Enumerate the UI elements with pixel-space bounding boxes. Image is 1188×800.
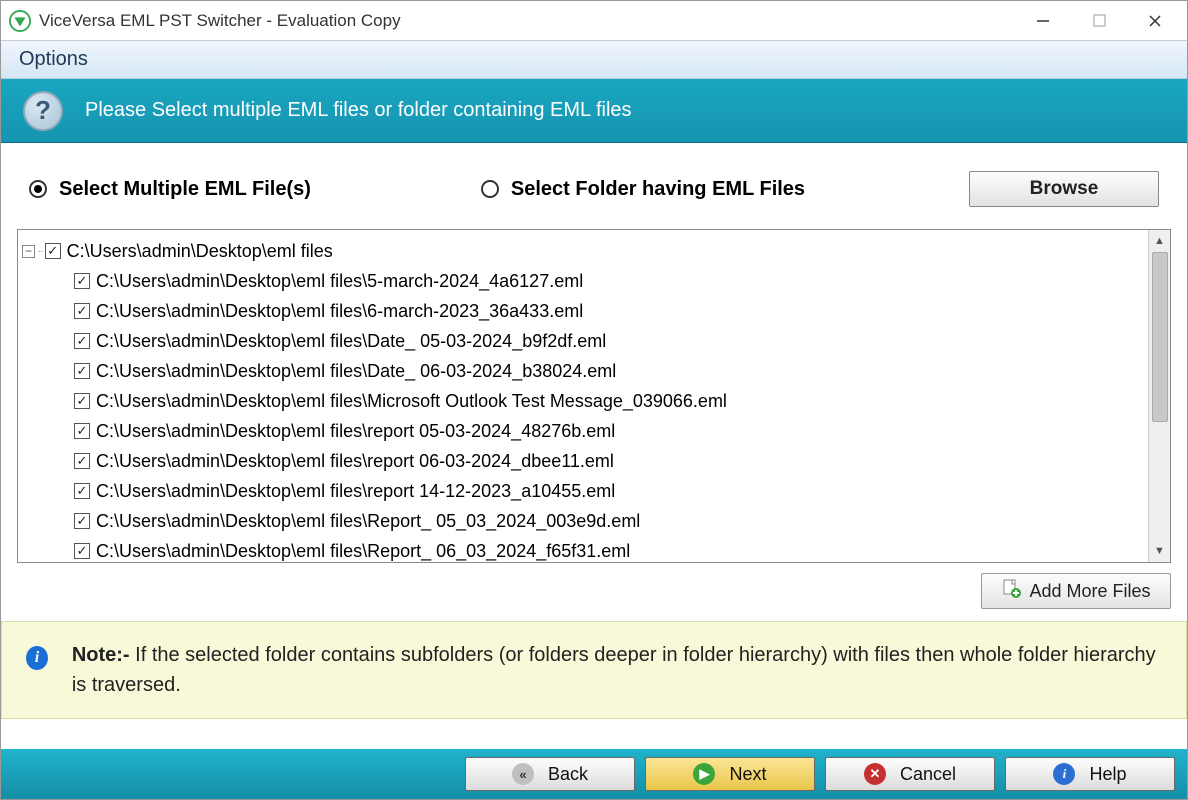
window-title: ViceVersa EML PST Switcher - Evaluation … [39,11,401,31]
cancel-button[interactable]: ✕ Cancel [825,757,995,791]
tree-item[interactable]: ✓ C:\Users\admin\Desktop\eml files\6-marc… [22,296,1144,326]
tree-item-label: C:\Users\admin\Desktop\eml files\6-march… [96,301,583,322]
instruction-text: Please Select multiple EML files or fold… [85,99,632,122]
instruction-bar: ? Please Select multiple EML files or fo… [1,79,1187,143]
radio-select-folder[interactable]: Select Folder having EML Files [481,178,805,201]
radio-select-multiple[interactable]: Select Multiple EML File(s) [29,178,311,201]
tree-item[interactable]: ✓ C:\Users\admin\Desktop\eml files\report… [22,476,1144,506]
tree-item[interactable]: ✓ C:\Users\admin\Desktop\eml files\Report… [22,506,1144,536]
tree-item[interactable]: ✓ C:\Users\admin\Desktop\eml files\report… [22,446,1144,476]
tree-item-label: C:\Users\admin\Desktop\eml files\report … [96,421,615,442]
next-icon: ▶ [693,763,715,785]
tree-item-label: C:\Users\admin\Desktop\eml files\report … [96,481,615,502]
tree-root[interactable]: − ·· ✓ C:\Users\admin\Desktop\eml files [22,236,1144,266]
tree-item[interactable]: ✓ C:\Users\admin\Desktop\eml files\5-marc… [22,266,1144,296]
tree-item-label: C:\Users\admin\Desktop\eml files\report … [96,451,614,472]
tree-item[interactable]: ✓ C:\Users\admin\Desktop\eml files\report… [22,416,1144,446]
scroll-thumb[interactable] [1152,252,1168,422]
bottom-bar: « Back ▶ Next ✕ Cancel i Help [1,749,1187,799]
back-button[interactable]: « Back [465,757,635,791]
add-file-icon [1001,579,1021,604]
selection-row: Select Multiple EML File(s) Select Folde… [1,143,1187,229]
collapse-icon[interactable]: − [22,245,35,258]
next-label: Next [729,764,766,785]
radio-label: Select Folder having EML Files [511,178,805,201]
scrollbar[interactable]: ▲ ▼ [1148,230,1170,562]
browse-label: Browse [1030,178,1099,200]
help-label: Help [1089,764,1126,785]
next-button[interactable]: ▶ Next [645,757,815,791]
checkbox-icon[interactable]: ✓ [74,423,90,439]
add-more-row: Add More Files [1,563,1187,621]
checkbox-icon[interactable]: ✓ [74,303,90,319]
menu-options[interactable]: Options [19,48,88,71]
radio-label: Select Multiple EML File(s) [59,178,311,201]
tree-root-label: C:\Users\admin\Desktop\eml files [67,241,333,262]
note-label: Note:- [72,644,130,666]
tree-item-label: C:\Users\admin\Desktop\eml files\Date_ 0… [96,361,616,382]
back-label: Back [548,764,588,785]
scroll-up-icon[interactable]: ▲ [1149,230,1170,252]
note-body: If the selected folder contains subfolde… [72,644,1156,696]
checkbox-icon[interactable]: ✓ [74,513,90,529]
checkbox-icon[interactable]: ✓ [74,273,90,289]
tree-item[interactable]: ✓ C:\Users\admin\Desktop\eml files\Report… [22,536,1144,562]
checkbox-icon[interactable]: ✓ [74,363,90,379]
tree-item[interactable]: ✓ C:\Users\admin\Desktop\eml files\Micros… [22,386,1144,416]
cancel-icon: ✕ [864,763,886,785]
add-more-label: Add More Files [1029,581,1150,602]
close-button[interactable] [1127,3,1183,39]
info-icon: i [26,646,48,670]
back-icon: « [512,763,534,785]
tree-item-label: C:\Users\admin\Desktop\eml files\5-march… [96,271,583,292]
tree-item[interactable]: ✓ C:\Users\admin\Desktop\eml files\Date_ … [22,356,1144,386]
menubar: Options [1,41,1187,79]
checkbox-icon[interactable]: ✓ [74,393,90,409]
scroll-down-icon[interactable]: ▼ [1149,540,1170,562]
checkbox-icon[interactable]: ✓ [45,243,61,259]
file-tree: − ·· ✓ C:\Users\admin\Desktop\eml files … [17,229,1171,563]
titlebar: ViceVersa EML PST Switcher - Evaluation … [1,1,1187,41]
radio-icon [481,180,499,198]
tree-item-label: C:\Users\admin\Desktop\eml files\Report_… [96,511,640,532]
checkbox-icon[interactable]: ✓ [74,333,90,349]
tree-item-label: C:\Users\admin\Desktop\eml files\Report_… [96,541,630,562]
add-more-files-button[interactable]: Add More Files [981,573,1171,609]
checkbox-icon[interactable]: ✓ [74,453,90,469]
note-box: i Note:- If the selected folder contains… [1,621,1187,719]
tree-body: − ·· ✓ C:\Users\admin\Desktop\eml files … [18,230,1148,562]
tree-item[interactable]: ✓ C:\Users\admin\Desktop\eml files\Date_ … [22,326,1144,356]
checkbox-icon[interactable]: ✓ [74,483,90,499]
checkbox-icon[interactable]: ✓ [74,543,90,559]
cancel-label: Cancel [900,764,956,785]
tree-item-label: C:\Users\admin\Desktop\eml files\Microso… [96,391,727,412]
app-icon [9,10,31,32]
help-button[interactable]: i Help [1005,757,1175,791]
tree-item-label: C:\Users\admin\Desktop\eml files\Date_ 0… [96,331,606,352]
help-icon: ? [23,91,63,131]
browse-button[interactable]: Browse [969,171,1159,207]
window-controls [1015,3,1183,39]
tree-connector: ·· [38,246,43,257]
minimize-button[interactable] [1015,3,1071,39]
maximize-button [1071,3,1127,39]
help-icon: i [1053,763,1075,785]
radio-icon [29,180,47,198]
note-text: Note:- If the selected folder contains s… [72,640,1162,700]
